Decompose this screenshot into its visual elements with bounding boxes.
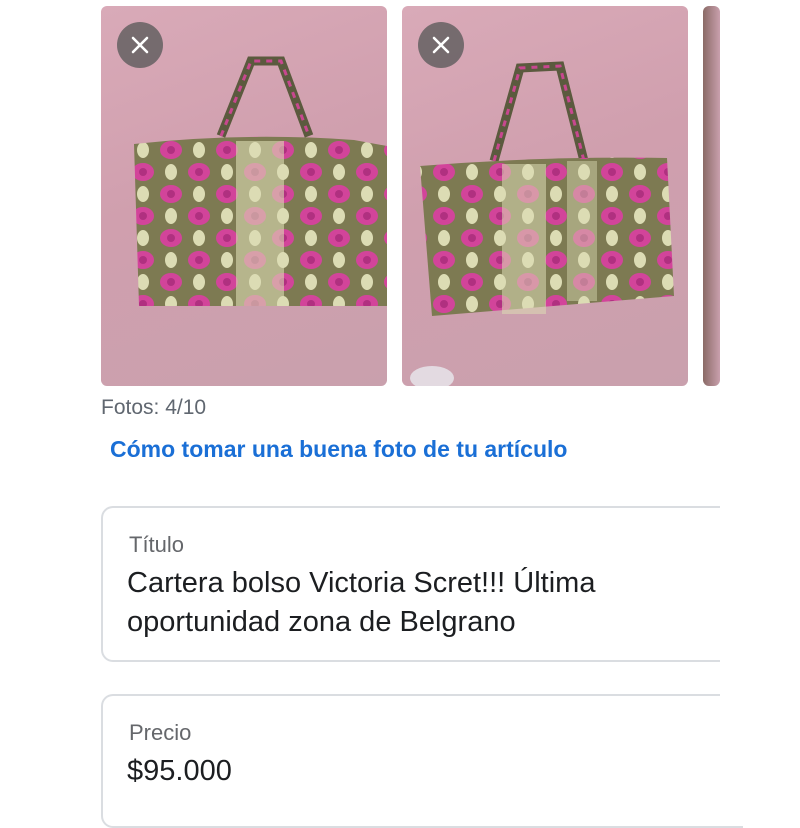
listing-photo-1[interactable] — [101, 6, 387, 386]
remove-photo-button[interactable] — [117, 22, 163, 68]
photo-carousel[interactable] — [0, 0, 800, 390]
screen-edge — [720, 0, 800, 800]
price-field[interactable]: Precio $95.000 — [101, 694, 743, 828]
listing-photo-2[interactable] — [402, 6, 688, 386]
title-label: Título — [129, 532, 185, 557]
close-icon — [432, 36, 450, 54]
close-icon — [131, 36, 149, 54]
listing-photo-3-partial[interactable] — [703, 6, 720, 386]
title-input[interactable]: Cartera bolso Victoria Scret!!! Última o… — [127, 564, 687, 642]
photo-tips-link[interactable]: Cómo tomar una buena foto de tu artículo — [110, 436, 567, 463]
price-label: Precio — [129, 720, 192, 745]
remove-photo-button[interactable] — [418, 22, 464, 68]
title-field[interactable]: Título Cartera bolso Victoria Scret!!! Ú… — [101, 506, 743, 662]
photo-count: Fotos: 4/10 — [101, 396, 207, 419]
price-input[interactable]: $95.000 — [127, 752, 713, 791]
